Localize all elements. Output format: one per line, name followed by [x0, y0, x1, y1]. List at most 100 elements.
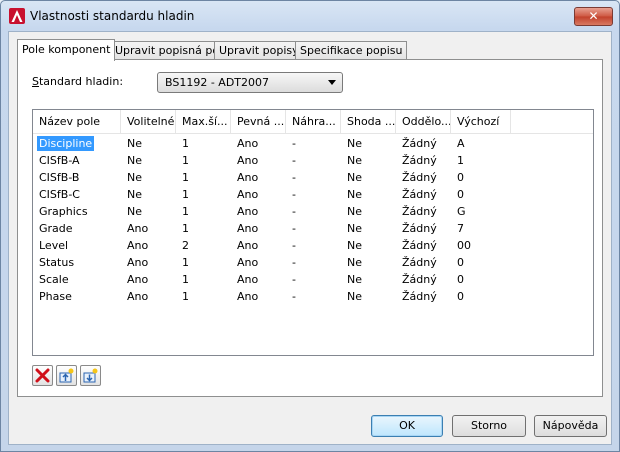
- column-header-max-sirka[interactable]: Max.ší...: [176, 110, 231, 134]
- close-button[interactable]: ✕: [574, 7, 613, 26]
- column-header-vychozi[interactable]: Výchozí: [451, 110, 511, 134]
- cell-nazev-pole: Graphics: [33, 203, 88, 220]
- cell-pevna: Ano: [231, 169, 258, 186]
- table-row[interactable]: CISfB-B Ne 1 Ano - Ne Žádný 0: [33, 169, 593, 186]
- cell-text: Ano: [237, 205, 259, 218]
- cell-shoda: Ne: [341, 203, 362, 220]
- cell-text: 1: [182, 256, 189, 269]
- cell-text: Ano: [237, 256, 259, 269]
- column-header-shoda[interactable]: Shoda ...: [341, 110, 396, 134]
- column-header-oddelovac[interactable]: Oddělo...: [396, 110, 451, 134]
- cell-text: Ano: [127, 239, 149, 252]
- cell-pevna: Ano: [231, 186, 258, 203]
- cell-vychozi: 0: [451, 254, 464, 271]
- tab-specifikace-popisu[interactable]: Specifikace popisu: [295, 41, 408, 60]
- cell-text: Ne: [127, 137, 142, 150]
- cell-text: Ano: [237, 273, 259, 286]
- move-field-down-button[interactable]: [80, 365, 101, 386]
- cell-text: Žádný: [402, 171, 437, 184]
- cell-text: Ano: [237, 239, 259, 252]
- table-row[interactable]: Graphics Ne 1 Ano - Ne Žádný G: [33, 203, 593, 220]
- cell-oddelovac: Žádný: [396, 152, 437, 169]
- table-row[interactable]: Phase Ano 1 Ano - Ne Žádný 0: [33, 288, 593, 305]
- cell-pevna: Ano: [231, 203, 258, 220]
- cell-text: Discipline: [37, 136, 95, 151]
- cell-text: CISfB-B: [39, 171, 80, 184]
- column-header-nahrada[interactable]: Náhra...: [286, 110, 341, 134]
- table-row[interactable]: Level Ano 2 Ano - Ne Žádný 00: [33, 237, 593, 254]
- tab-upravit-popisy[interactable]: Upravit popisy: [214, 41, 304, 60]
- cell-text: Ne: [347, 273, 362, 286]
- cell-text: 0: [457, 256, 464, 269]
- cell-nazev-pole: CISfB-B: [33, 169, 79, 186]
- cancel-button[interactable]: Storno: [452, 415, 526, 437]
- cell-max-sirka: 1: [176, 288, 189, 305]
- chevron-down-icon: [328, 80, 336, 85]
- cell-text: 0: [457, 171, 464, 184]
- column-header-pevna[interactable]: Pevná ...: [231, 110, 286, 134]
- table-row[interactable]: Scale Ano 1 Ano - Ne Žádný 0: [33, 271, 593, 288]
- ok-button[interactable]: OK: [371, 415, 443, 437]
- cell-vychozi: 0: [451, 288, 464, 305]
- cell-text: Žádný: [402, 273, 437, 286]
- cell-text: Žádný: [402, 290, 437, 303]
- cell-text: Status: [39, 256, 75, 269]
- cell-volitelne: Ano: [121, 254, 148, 271]
- cell-text: Ano: [237, 222, 259, 235]
- cell-text: 7: [457, 222, 464, 235]
- cell-text: A: [457, 137, 465, 150]
- cell-volitelne: Ne: [121, 203, 142, 220]
- cell-text: Scale: [39, 273, 69, 286]
- cell-text: 0: [457, 188, 464, 201]
- cell-shoda: Ne: [341, 254, 362, 271]
- cell-oddelovac: Žádný: [396, 271, 437, 288]
- cell-nahrada: -: [286, 135, 296, 152]
- column-header-volitelne[interactable]: Volitelné: [121, 110, 176, 134]
- tab-panel-pole-komponent: Standard hladin: BS1192 - ADT2007 Název …: [17, 59, 603, 397]
- cell-vychozi: 7: [451, 220, 464, 237]
- cell-text: Žádný: [402, 188, 437, 201]
- cell-nazev-pole: Status: [33, 254, 74, 271]
- cell-nazev-pole: Grade: [33, 220, 73, 237]
- cell-text: Žádný: [402, 205, 437, 218]
- cell-text: 00: [457, 239, 471, 252]
- help-button[interactable]: Nápověda: [534, 415, 607, 437]
- table-row[interactable]: CISfB-A Ne 1 Ano - Ne Žádný 1: [33, 152, 593, 169]
- cell-text: 1: [182, 273, 189, 286]
- table-row[interactable]: CISfB-C Ne 1 Ano - Ne Žádný 0: [33, 186, 593, 203]
- cell-max-sirka: 1: [176, 186, 189, 203]
- cell-max-sirka: 1: [176, 271, 189, 288]
- cell-text: 1: [182, 205, 189, 218]
- tab-pole-komponent[interactable]: Pole komponent: [17, 39, 116, 61]
- cell-nahrada: -: [286, 152, 296, 169]
- cell-text: Ne: [347, 205, 362, 218]
- cell-text: Ne: [347, 171, 362, 184]
- table-row[interactable]: Grade Ano 1 Ano - Ne Žádný 7: [33, 220, 593, 237]
- delete-field-button[interactable]: [32, 365, 53, 386]
- cell-max-sirka: 1: [176, 254, 189, 271]
- cell-max-sirka: 1: [176, 135, 189, 152]
- cell-text: Ne: [347, 137, 362, 150]
- standard-dropdown[interactable]: BS1192 - ADT2007: [157, 72, 343, 93]
- cell-oddelovac: Žádný: [396, 220, 437, 237]
- cell-pevna: Ano: [231, 271, 258, 288]
- cell-shoda: Ne: [341, 220, 362, 237]
- cell-nazev-pole: CISfB-C: [33, 186, 80, 203]
- cell-vychozi: A: [451, 135, 465, 152]
- cell-text: Ano: [127, 256, 149, 269]
- cell-vychozi: 0: [451, 271, 464, 288]
- cell-text: 0: [457, 273, 464, 286]
- column-header-nazev-pole[interactable]: Název pole: [33, 110, 121, 134]
- fields-list[interactable]: Název pole Volitelné Max.ší... Pevná ...…: [32, 109, 594, 356]
- cell-text: Ne: [347, 256, 362, 269]
- cell-shoda: Ne: [341, 271, 362, 288]
- cell-text: Žádný: [402, 137, 437, 150]
- title-bar[interactable]: Vlastnosti standardu hladin ✕: [1, 1, 619, 31]
- cell-nahrada: -: [286, 254, 296, 271]
- cell-shoda: Ne: [341, 169, 362, 186]
- move-field-up-button[interactable]: [56, 365, 77, 386]
- table-row[interactable]: Status Ano 1 Ano - Ne Žádný 0: [33, 254, 593, 271]
- cell-text: Ano: [127, 222, 149, 235]
- standard-label: Standard hladin:: [32, 75, 123, 88]
- table-row[interactable]: Discipline Ne 1 Ano - Ne Žádný A: [33, 135, 593, 152]
